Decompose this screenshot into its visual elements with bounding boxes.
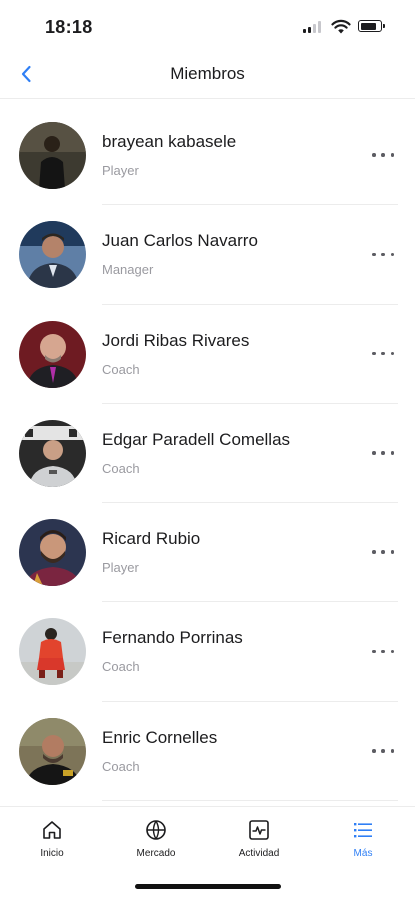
avatar	[19, 221, 86, 289]
home-indicator[interactable]	[135, 884, 281, 889]
member-name: Juan Carlos Navarro	[102, 231, 258, 251]
avatar	[19, 519, 86, 587]
list-icon	[354, 823, 372, 838]
member-row[interactable]: brayean kabasele Player	[0, 106, 415, 206]
tab-bar: Inicio Mercado Actividad Más	[0, 806, 415, 901]
member-name: Fernando Porrinas	[102, 628, 243, 648]
tab-label: Mercado	[136, 848, 176, 859]
more-options-button[interactable]	[372, 150, 394, 160]
tab-label: Inicio	[40, 848, 64, 859]
member-row[interactable]: Enric Cornelles Coach	[0, 702, 415, 802]
member-list: brayean kabasele Player Juan Carlos Nava…	[0, 106, 415, 802]
tab-inicio[interactable]: Inicio	[7, 819, 97, 869]
tab-label: Actividad	[238, 848, 280, 859]
member-name: brayean kabasele	[102, 132, 237, 151]
member-role: Player	[102, 163, 139, 178]
member-role: Coach	[102, 758, 140, 774]
tab-mercado[interactable]: Mercado	[111, 819, 201, 869]
member-row[interactable]: Juan Carlos Navarro Manager	[0, 205, 415, 305]
page-title: Miembros	[170, 64, 245, 83]
avatar	[19, 717, 86, 785]
wifi-icon	[331, 19, 351, 34]
basketball-icon	[146, 820, 166, 840]
member-row[interactable]: Jordi Ribas Rivares Coach	[0, 305, 415, 404]
avatar	[19, 320, 86, 388]
member-name: Edgar Paradell Comellas	[102, 429, 291, 449]
member-role: Manager	[102, 262, 154, 278]
status-time: 18:18	[45, 17, 93, 37]
member-name: Ricard Rubio	[102, 529, 201, 549]
member-row[interactable]: Edgar Paradell Comellas Coach	[0, 404, 415, 504]
tab-actividad[interactable]: Actividad	[214, 819, 304, 869]
navigation-bar: Miembros	[0, 50, 415, 99]
status-bar: 18:18	[0, 0, 415, 50]
member-name: Jordi Ribas Rivares	[102, 330, 250, 350]
more-options-button[interactable]	[372, 349, 394, 359]
divider	[102, 800, 398, 802]
more-options-button[interactable]	[372, 547, 394, 557]
avatar	[19, 618, 86, 686]
tab-label: Más	[353, 848, 373, 859]
avatar	[19, 419, 86, 487]
activity-icon	[249, 820, 269, 840]
member-row[interactable]: Ricard Rubio Player	[0, 503, 415, 603]
more-options-button[interactable]	[372, 448, 394, 458]
home-icon	[43, 821, 61, 839]
member-role: Coach	[102, 659, 140, 675]
cellular-signal-icon	[303, 21, 325, 33]
battery-icon	[358, 20, 385, 32]
more-options-button[interactable]	[372, 646, 394, 656]
more-options-button[interactable]	[372, 249, 394, 259]
more-options-button[interactable]	[372, 746, 394, 756]
tab-mas[interactable]: Más	[318, 819, 408, 869]
avatar	[19, 122, 86, 189]
member-name: Enric Cornelles	[102, 727, 218, 747]
member-role: Player	[102, 560, 139, 576]
member-role: Coach	[102, 361, 140, 377]
member-role: Coach	[102, 460, 140, 476]
member-row[interactable]: Fernando Porrinas Coach	[0, 602, 415, 702]
